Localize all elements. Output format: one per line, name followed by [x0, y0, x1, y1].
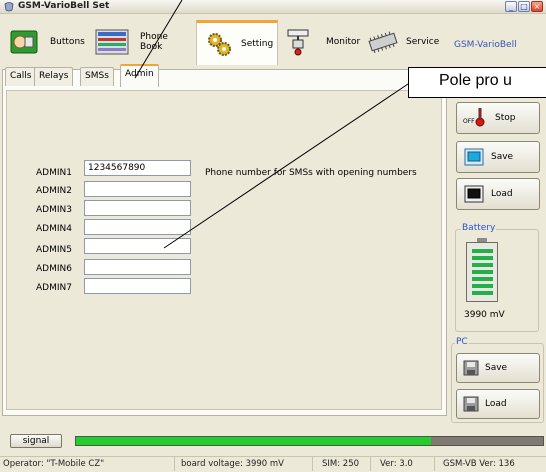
buttons-icon — [10, 30, 38, 54]
admin-hint-text: Phone number for SMSs with opening numbe… — [205, 168, 417, 178]
pc-save-label: Save — [485, 363, 508, 373]
admin-label: ADMIN4 — [36, 224, 72, 234]
device-save-icon — [464, 148, 484, 166]
toolbar-tab-phone-book[interactable]: Phone Book — [94, 22, 192, 62]
status-separator — [174, 457, 175, 471]
close-button[interactable]: × — [531, 1, 543, 12]
status-separator — [434, 457, 435, 471]
save-label: Save — [491, 152, 514, 162]
device-name: GSM-VarioBell — [454, 40, 517, 50]
gears-icon — [208, 33, 231, 56]
status-version: Ver: 3.0 — [380, 459, 413, 469]
admin-label: ADMIN2 — [36, 186, 72, 196]
status-sim: SIM: 250 — [322, 459, 360, 469]
window-title: GSM-VarioBell Set — [18, 1, 110, 11]
pc-load-button[interactable]: Load — [456, 389, 540, 419]
phone-book-icon — [95, 29, 129, 55]
toolbar-tab-buttons[interactable]: Buttons — [10, 22, 90, 62]
chip-icon — [368, 31, 398, 54]
toolbar-tab-label: Service — [406, 37, 440, 47]
admin-label: ADMIN7 — [36, 283, 72, 293]
battery-title: Battery — [461, 223, 497, 233]
status-separator — [370, 457, 371, 471]
subtab-smss[interactable]: SMSs — [80, 67, 114, 86]
status-separator — [312, 457, 313, 471]
signal-bar-fill — [76, 437, 431, 445]
signal-button[interactable]: signal — [10, 434, 62, 448]
subtab-calls[interactable]: Calls — [5, 67, 37, 86]
subtab-relays[interactable]: Relays — [34, 67, 74, 86]
status-gsm-version: GSM-VB Ver: 136 — [443, 459, 515, 469]
callout-box: Pole pro u — [408, 67, 546, 98]
device-load-icon — [464, 185, 484, 203]
battery-voltage: 3990 mV — [464, 310, 505, 320]
toolbar-tab-monitor[interactable]: Monitor — [284, 22, 362, 62]
toolbar-tab-label: Monitor — [326, 37, 361, 47]
pc-save-button[interactable]: Save — [456, 353, 540, 383]
signal-bar — [75, 436, 544, 446]
toolbar-tab-label: Setting — [241, 39, 274, 49]
toolbar-tab-service[interactable]: Service — [366, 22, 448, 62]
admin-label: ADMIN6 — [36, 264, 72, 274]
toolbar-tab-label: Phone Book — [140, 32, 168, 52]
battery-icon — [466, 242, 498, 302]
admin2-input[interactable] — [84, 181, 191, 197]
status-board-voltage: board voltage: 3990 mV — [181, 459, 285, 469]
minimize-button[interactable]: _ — [505, 1, 517, 12]
monitor-icon — [287, 29, 309, 56]
off-switch-icon: OFF — [463, 108, 485, 127]
device-save-button[interactable]: Save — [456, 141, 540, 173]
admin-label: ADMIN3 — [36, 205, 72, 215]
device-load-button[interactable]: Load — [456, 178, 540, 210]
maximize-button[interactable]: □ — [518, 1, 530, 12]
toolbar-tab-label: Buttons — [50, 37, 85, 47]
admin1-input[interactable]: 1234567890 — [84, 160, 191, 176]
stop-button[interactable]: OFF Stop — [456, 102, 540, 134]
status-operator: Operator: "T-Mobile CZ" — [3, 459, 105, 469]
admin6-input[interactable] — [84, 259, 191, 275]
svg-text:OFF: OFF — [463, 118, 475, 125]
toolbar-tab-setting[interactable]: Setting — [196, 20, 278, 65]
floppy-save-icon — [463, 360, 479, 376]
admin-label: ADMIN1 — [36, 168, 72, 178]
stop-label: Stop — [495, 113, 516, 123]
app-icon — [4, 2, 14, 12]
pc-load-label: Load — [485, 399, 507, 409]
subtab-admin[interactable]: Admin — [120, 64, 159, 87]
admin-label: ADMIN5 — [36, 245, 72, 255]
admin4-input[interactable] — [84, 219, 191, 235]
load-label: Load — [491, 189, 513, 199]
admin7-input[interactable] — [84, 278, 191, 294]
admin5-input[interactable] — [84, 238, 191, 254]
floppy-load-icon — [463, 396, 479, 412]
admin3-input[interactable] — [84, 200, 191, 216]
pc-title: PC — [455, 337, 469, 347]
